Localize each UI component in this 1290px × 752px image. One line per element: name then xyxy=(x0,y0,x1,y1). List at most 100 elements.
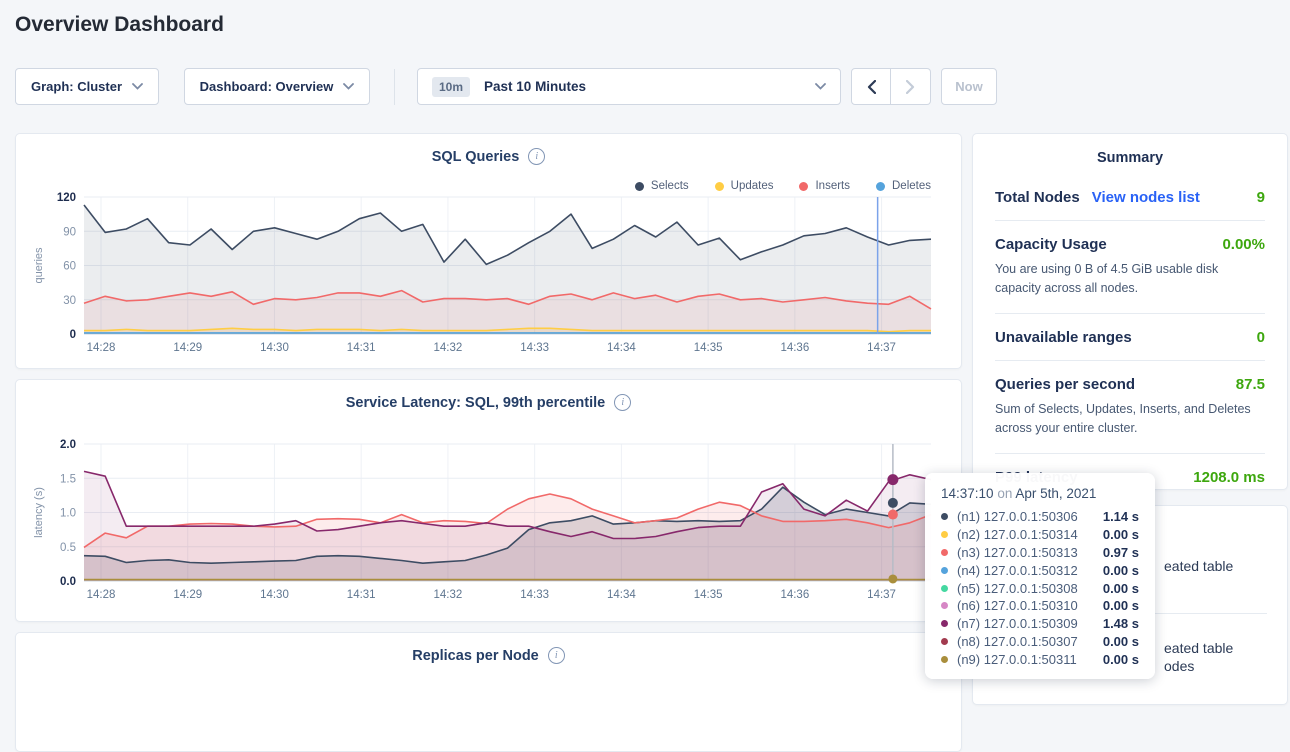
svg-text:queries: queries xyxy=(33,247,45,284)
svg-text:14:37: 14:37 xyxy=(867,342,896,354)
replicas-per-node-title: Replicas per Node xyxy=(412,648,539,664)
n6-dot-icon xyxy=(941,602,948,609)
service-latency-title: Service Latency: SQL, 99th percentile xyxy=(346,395,606,411)
svg-text:14:29: 14:29 xyxy=(173,589,202,601)
svg-text:14:35: 14:35 xyxy=(694,342,723,354)
svg-text:14:28: 14:28 xyxy=(87,342,116,354)
capacity-usage-value: 0.00% xyxy=(1222,236,1265,253)
n4-dot-icon xyxy=(941,567,948,574)
n1-dot-icon xyxy=(941,513,948,520)
dashboard-dropdown[interactable]: Dashboard: Overview xyxy=(184,68,370,105)
now-button[interactable]: Now xyxy=(941,68,997,105)
p99-latency-value: 1208.0 ms xyxy=(1193,469,1265,486)
summary-row-total-nodes: Total Nodes View nodes list 9 xyxy=(995,174,1265,221)
dashboard-dropdown-label: Dashboard: Overview xyxy=(200,79,334,94)
summary-panel: Summary Total Nodes View nodes list 9 Ca… xyxy=(972,133,1288,490)
svg-text:14:29: 14:29 xyxy=(173,342,202,354)
tooltip-row-n4: (n4) 127.0.0.1:503120.00 s xyxy=(941,561,1139,579)
svg-text:60: 60 xyxy=(63,261,76,273)
sql-queries-chart[interactable]: 14:2814:2914:3014:3114:3214:3314:3414:35… xyxy=(16,191,963,356)
chevron-down-icon xyxy=(132,83,143,90)
page-title: Overview Dashboard xyxy=(15,13,224,37)
sql-queries-panel: SQL Queries i Selects Updates Inserts De… xyxy=(15,133,962,369)
svg-text:0.0: 0.0 xyxy=(60,576,76,588)
event-text-fragment: eated table xyxy=(1164,640,1233,656)
tooltip-row-n1: (n1) 127.0.0.1:503061.14 s xyxy=(941,508,1139,526)
svg-text:14:35: 14:35 xyxy=(694,589,723,601)
n9-dot-icon xyxy=(941,656,948,663)
svg-text:14:32: 14:32 xyxy=(434,589,463,601)
svg-text:1.5: 1.5 xyxy=(60,473,76,485)
tooltip-row-n2: (n2) 127.0.0.1:503140.00 s xyxy=(941,526,1139,544)
n3-dot-icon xyxy=(941,549,948,556)
svg-text:14:30: 14:30 xyxy=(260,589,289,601)
svg-text:latency (s): latency (s) xyxy=(33,487,45,538)
svg-text:14:31: 14:31 xyxy=(347,589,376,601)
time-range-label: Past 10 Minutes xyxy=(484,79,586,94)
tooltip-row-n7: (n7) 127.0.0.1:503091.48 s xyxy=(941,615,1139,633)
time-step-back-button[interactable] xyxy=(851,68,891,105)
overview-dashboard-page: Overview Dashboard Graph: Cluster Dashbo… xyxy=(0,0,1290,689)
info-icon[interactable]: i xyxy=(614,394,631,411)
svg-text:14:32: 14:32 xyxy=(434,342,463,354)
deletes-dot-icon xyxy=(876,182,885,191)
summary-title: Summary xyxy=(995,150,1265,166)
queries-per-second-description: Sum of Selects, Updates, Inserts, and De… xyxy=(995,400,1265,439)
svg-text:30: 30 xyxy=(63,295,76,307)
time-range-badge: 10m xyxy=(432,77,470,97)
latency-chart-tooltip: 14:37:10 on Apr 5th, 2021 (n1) 127.0.0.1… xyxy=(925,473,1155,679)
info-icon[interactable]: i xyxy=(548,647,565,664)
tooltip-row-n9: (n9) 127.0.0.1:503110.00 s xyxy=(941,650,1139,668)
total-nodes-label: Total Nodes xyxy=(995,189,1080,206)
svg-text:14:36: 14:36 xyxy=(780,589,809,601)
n2-dot-icon xyxy=(941,531,948,538)
svg-text:90: 90 xyxy=(63,226,76,238)
tooltip-row-n5: (n5) 127.0.0.1:503080.00 s xyxy=(941,579,1139,597)
svg-text:14:31: 14:31 xyxy=(347,342,376,354)
info-icon[interactable]: i xyxy=(528,148,545,165)
n8-dot-icon xyxy=(941,638,948,645)
summary-row-unavailable-ranges: Unavailable ranges 0 xyxy=(995,314,1265,361)
summary-row-queries-per-second: Queries per second 87.5 Sum of Selects, … xyxy=(995,361,1265,454)
tooltip-row-n8: (n8) 127.0.0.1:503070.00 s xyxy=(941,633,1139,651)
sql-queries-title: SQL Queries xyxy=(432,149,520,165)
tooltip-row-n3: (n3) 127.0.0.1:503130.97 s xyxy=(941,544,1139,562)
selects-dot-icon xyxy=(635,182,644,191)
svg-text:14:33: 14:33 xyxy=(520,342,549,354)
total-nodes-value: 9 xyxy=(1257,189,1265,206)
time-range-picker[interactable]: 10m Past 10 Minutes xyxy=(417,68,841,105)
capacity-usage-description: You are using 0 B of 4.5 GiB usable disk… xyxy=(995,260,1265,299)
capacity-usage-label: Capacity Usage xyxy=(995,236,1107,253)
queries-per-second-label: Queries per second xyxy=(995,376,1135,393)
svg-text:14:28: 14:28 xyxy=(87,589,116,601)
unavailable-ranges-label: Unavailable ranges xyxy=(995,329,1132,346)
time-step-forward-button[interactable] xyxy=(891,68,931,105)
svg-text:14:37: 14:37 xyxy=(867,589,896,601)
view-nodes-list-link[interactable]: View nodes list xyxy=(1092,189,1200,206)
inserts-dot-icon xyxy=(799,182,808,191)
updates-dot-icon xyxy=(715,182,724,191)
replicas-per-node-panel: Replicas per Node i xyxy=(15,632,962,752)
service-latency-chart[interactable]: 14:2814:2914:3014:3114:3214:3314:3414:35… xyxy=(16,438,963,603)
svg-text:0: 0 xyxy=(70,329,76,341)
summary-row-capacity-usage: Capacity Usage 0.00% You are using 0 B o… xyxy=(995,221,1265,314)
event-text-fragment: odes xyxy=(1164,658,1194,674)
event-text-fragment: eated table xyxy=(1164,558,1233,574)
svg-text:0.5: 0.5 xyxy=(60,542,76,554)
svg-text:14:30: 14:30 xyxy=(260,342,289,354)
time-step-buttons xyxy=(851,68,931,105)
svg-text:14:34: 14:34 xyxy=(607,589,636,601)
queries-per-second-value: 87.5 xyxy=(1236,376,1265,393)
graph-dropdown[interactable]: Graph: Cluster xyxy=(15,68,159,105)
n7-dot-icon xyxy=(941,620,948,627)
n5-dot-icon xyxy=(941,585,948,592)
svg-text:120: 120 xyxy=(57,192,76,204)
svg-text:2.0: 2.0 xyxy=(60,439,76,451)
svg-text:14:36: 14:36 xyxy=(780,342,809,354)
controls-divider xyxy=(394,69,395,105)
chevron-down-icon xyxy=(815,83,826,90)
unavailable-ranges-value: 0 xyxy=(1257,329,1265,346)
tooltip-row-n6: (n6) 127.0.0.1:503100.00 s xyxy=(941,597,1139,615)
service-latency-panel: Service Latency: SQL, 99th percentile i … xyxy=(15,379,962,622)
tooltip-timestamp: 14:37:10 on Apr 5th, 2021 xyxy=(941,486,1139,501)
